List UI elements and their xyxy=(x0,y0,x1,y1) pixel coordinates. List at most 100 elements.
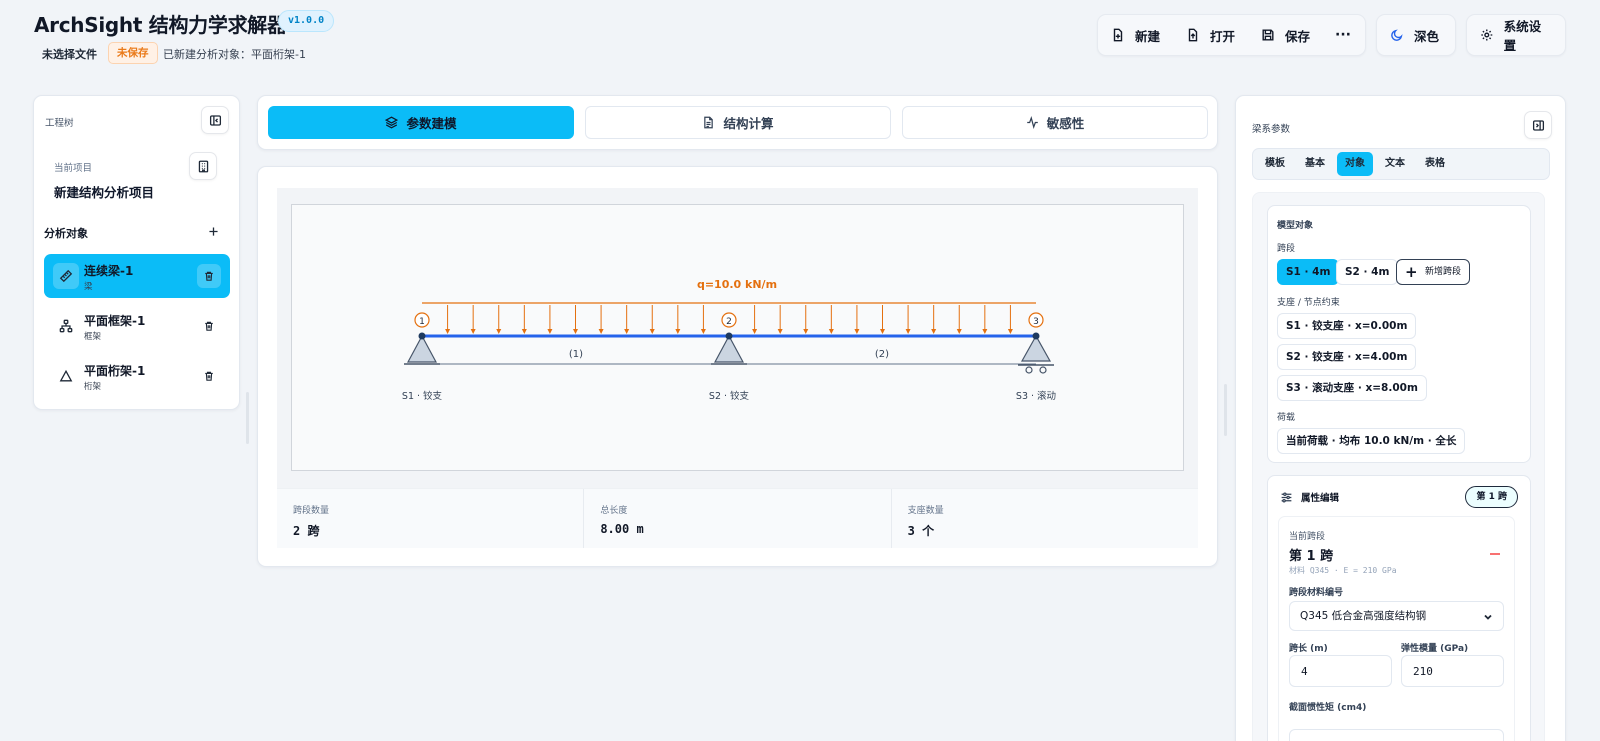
load-arrow-head xyxy=(649,329,655,334)
dark-mode-button[interactable]: 深色 xyxy=(1377,14,1452,56)
panel-right-icon xyxy=(1532,119,1544,131)
load-arrow-head xyxy=(752,329,758,334)
support-s1 xyxy=(404,334,440,365)
subtab-text[interactable]: 文本 xyxy=(1377,152,1413,176)
model-objects-card: 模型对象 跨段 S1 · 4m S2 · 4m + 新增跨段 支座 / 节点约束… xyxy=(1267,205,1531,463)
analysis-item-name: 连续梁-1 xyxy=(84,264,134,278)
load-arrow-head xyxy=(445,329,451,334)
load-arrow-head xyxy=(573,329,578,334)
length-label: 跨长 (m) xyxy=(1289,644,1328,654)
span-label: (1) xyxy=(569,349,583,360)
chevron-down-icon xyxy=(1484,614,1492,620)
analysis-item-name: 平面框架-1 xyxy=(84,314,146,328)
analysis-item-plane-frame[interactable]: 平面框架-1 框架 xyxy=(44,304,230,348)
span-chip[interactable]: S2 · 4m xyxy=(1336,259,1399,285)
current-span-label: 当前跨段 xyxy=(1289,532,1326,542)
version-badge: v1.0.0 xyxy=(278,10,335,32)
load-arrow-head xyxy=(1007,329,1013,334)
load-label: q=10.0 kN/m xyxy=(697,278,777,291)
modulus-input[interactable] xyxy=(1401,655,1504,687)
stat-support-count: 支座数量 3 个 xyxy=(907,506,944,538)
save-button[interactable]: 保存 xyxy=(1248,14,1323,56)
project-name: 新建结构分析项目 xyxy=(54,185,155,200)
model-canvas-panel: q=10.0 kN/m 1 2 3 (1) (2) S1 · 铰支 S2 · 铰… xyxy=(257,166,1218,567)
section-title: 模型对象 xyxy=(1277,221,1314,231)
modulus-label: 弹性模量 (GPa) xyxy=(1401,644,1469,654)
support-chip[interactable]: S2 · 铰支座 · x=4.00m xyxy=(1277,344,1417,370)
left-resize-handle[interactable] xyxy=(246,392,249,444)
load-arrow-head xyxy=(956,329,962,334)
support-label: S1 · 铰支 xyxy=(402,390,443,402)
subtab-template[interactable]: 模板 xyxy=(1257,152,1293,176)
trash-icon xyxy=(205,371,213,381)
node-label: 3 xyxy=(1033,317,1039,327)
tab-sensitivity[interactable]: 敏感性 xyxy=(902,106,1208,139)
diagram-frame: q=10.0 kN/m 1 2 3 (1) (2) S1 · 铰支 S2 · 铰… xyxy=(291,204,1184,471)
delete-button[interactable] xyxy=(197,264,221,288)
support-label: S3 · 滚动 xyxy=(1016,390,1056,402)
load-arrow-head xyxy=(905,329,911,334)
add-span-button[interactable]: + 新增跨段 xyxy=(1396,259,1471,285)
property-editor-title: 属性编辑 xyxy=(1280,490,1339,504)
support-chip[interactable]: S3 · 滚动支座 · x=8.00m xyxy=(1277,375,1427,401)
collapse-right-button[interactable] xyxy=(1524,111,1552,139)
file-status: 未选择文件 xyxy=(42,48,97,61)
inertia-input[interactable] xyxy=(1289,729,1504,741)
more-button[interactable]: ··· xyxy=(1323,27,1363,43)
analysis-item-plane-truss[interactable]: 平面桁架-1 桁架 xyxy=(44,354,230,398)
open-button[interactable]: 打开 xyxy=(1173,14,1248,56)
material-label: 跨段材料编号 xyxy=(1289,588,1344,598)
remove-span-button[interactable] xyxy=(1490,553,1500,555)
panel-title: 工程树 xyxy=(45,118,74,129)
building-icon xyxy=(198,160,208,172)
load-arrow-head xyxy=(598,329,604,334)
load-arrow-head xyxy=(470,329,476,334)
subtab-basic[interactable]: 基本 xyxy=(1297,152,1333,176)
support-chip[interactable]: S1 · 铰支座 · x=0.00m xyxy=(1277,313,1417,339)
activity-icon xyxy=(1026,116,1038,129)
span-length-input[interactable] xyxy=(1289,655,1392,687)
node-label: 1 xyxy=(419,317,425,327)
span-label: (2) xyxy=(875,349,889,360)
new-button[interactable]: 新建 xyxy=(1098,14,1173,56)
project-settings-button[interactable] xyxy=(189,152,217,180)
support-label: S2 · 铰支 xyxy=(709,390,750,402)
support-s3-roller xyxy=(1018,334,1054,374)
current-span-value: 第 1 跨 xyxy=(1289,549,1334,564)
subtab-objects[interactable]: 对象 xyxy=(1337,152,1373,176)
stat-span-count: 跨段数量 2 跨 xyxy=(277,489,585,548)
load-arrow-head xyxy=(828,329,834,334)
settings-button[interactable]: 系统设置 xyxy=(1467,14,1565,56)
load-arrow-head xyxy=(675,329,681,334)
network-icon xyxy=(53,313,79,339)
delete-button[interactable] xyxy=(197,314,221,338)
delete-button[interactable] xyxy=(197,364,221,388)
gear-icon xyxy=(1481,29,1493,41)
subtab-table[interactable]: 表格 xyxy=(1417,152,1453,176)
span-properties: 当前跨段 第 1 跨 材料 Q345 · E = 210 GPa 跨段材料编号 … xyxy=(1278,516,1515,741)
load-chip[interactable]: 当前荷载 · 均布 10.0 kN/m · 全长 xyxy=(1277,428,1466,454)
material-select[interactable]: Q345 低合金高强度结构钢 xyxy=(1289,601,1504,631)
analysis-item-type: 桁架 xyxy=(84,382,102,392)
supports-label: 支座 / 节点约束 xyxy=(1277,298,1340,308)
analysis-item-type: 框架 xyxy=(84,332,102,342)
triangle-icon xyxy=(53,363,79,389)
settings-toolbar: 系统设置 xyxy=(1466,14,1566,56)
collapse-left-button[interactable] xyxy=(201,106,229,134)
span-chip[interactable]: S1 · 4m xyxy=(1277,259,1340,285)
sub-tabs: 模板 基本 对象 文本 表格 xyxy=(1252,148,1550,180)
node-label: 2 xyxy=(726,317,732,327)
file-plus-icon xyxy=(1113,28,1123,42)
analysis-item-continuous-beam[interactable]: 连续梁-1 梁 xyxy=(44,254,230,298)
theme-toolbar: 深色 xyxy=(1376,14,1456,56)
load-arrow-head xyxy=(982,329,988,334)
trash-icon xyxy=(205,321,213,331)
document-icon xyxy=(704,116,714,129)
beam-params-panel: 梁系参数 模板 基本 对象 文本 表格 模型对象 跨段 S1 · 4m S2 ·… xyxy=(1235,95,1566,741)
tab-structural-calc[interactable]: 结构计算 xyxy=(585,106,891,139)
add-analysis-button[interactable] xyxy=(199,217,227,245)
analysis-item-type: 梁 xyxy=(84,282,93,292)
layers-icon xyxy=(385,116,399,129)
right-resize-handle[interactable] xyxy=(1224,384,1227,436)
tab-parametric-modeling[interactable]: 参数建模 xyxy=(268,106,574,139)
